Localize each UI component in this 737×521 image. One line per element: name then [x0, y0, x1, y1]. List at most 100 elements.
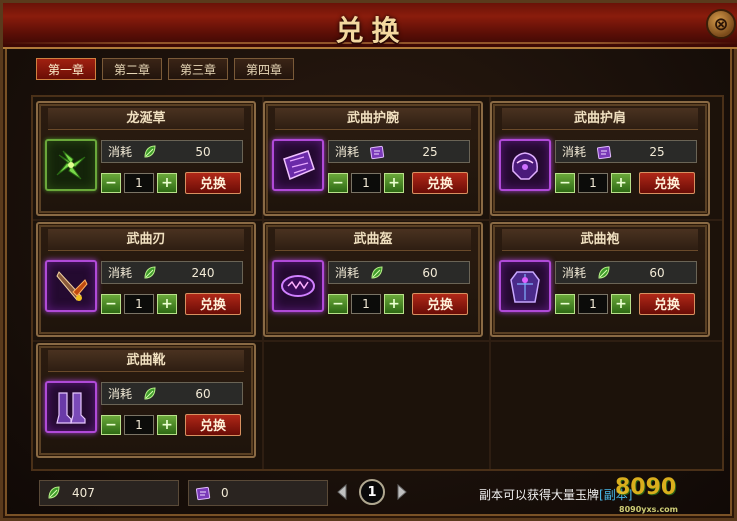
exchange-button[interactable]: 兑换 — [185, 171, 241, 194]
item-card: 龙涎草消耗 50 −1 + 兑换 — [36, 101, 256, 216]
helmet-icon[interactable] — [272, 260, 324, 312]
cost-row: 消耗 240 — [101, 261, 243, 284]
jade-balance-value: 407 — [72, 486, 95, 500]
tab-chapter-2[interactable]: 第二章 — [102, 58, 162, 80]
exchange-button[interactable]: 兑换 — [639, 292, 695, 315]
item-name: 龙涎草 — [48, 108, 244, 130]
chapter-tabs: 第一章 第二章 第三章 第四章 — [36, 58, 294, 80]
quantity-stepper: −1 + 兑换 — [101, 292, 246, 315]
item-name: 武曲靴 — [48, 350, 244, 372]
cost-row: 消耗 60 — [555, 261, 697, 284]
cost-label: 消耗 — [108, 145, 133, 159]
increase-qty-button[interactable]: + — [157, 414, 177, 435]
item-card: 武曲盔消耗 60 −1 + 兑换 — [263, 222, 483, 337]
item-card: 武曲刃消耗 240 −1 + 兑换 — [36, 222, 256, 337]
item-card: 武曲护腕消耗 25 −1 + 兑换 — [263, 101, 483, 216]
jade-leaf-icon — [144, 386, 156, 400]
token-balance: 0 — [188, 480, 328, 506]
cost-label: 消耗 — [335, 145, 360, 159]
jade-leaf-icon — [144, 265, 156, 279]
quantity-stepper: −1 + 兑换 — [101, 413, 246, 436]
purple-token-icon — [369, 145, 385, 159]
decrease-qty-button[interactable]: − — [555, 293, 575, 314]
cost-value: 50 — [195, 144, 211, 159]
tab-chapter-3[interactable]: 第三章 — [168, 58, 228, 80]
quantity-input[interactable]: 1 — [578, 293, 608, 314]
increase-qty-button[interactable]: + — [611, 172, 631, 193]
cost-value: 25 — [649, 144, 665, 159]
quantity-input[interactable]: 1 — [351, 172, 381, 193]
cost-value: 60 — [649, 265, 665, 280]
increase-qty-button[interactable]: + — [611, 293, 631, 314]
hint-text: 副本可以获得大量玉牌[副本] — [479, 488, 633, 502]
increase-qty-button[interactable]: + — [384, 172, 404, 193]
token-balance-value: 0 — [221, 486, 229, 500]
decrease-qty-button[interactable]: − — [101, 414, 121, 435]
increase-qty-button[interactable]: + — [384, 293, 404, 314]
cost-value: 60 — [422, 265, 438, 280]
cost-label: 消耗 — [562, 145, 587, 159]
cost-label: 消耗 — [335, 266, 360, 280]
item-card: 武曲靴消耗 60 −1 + 兑换 — [36, 343, 256, 458]
quantity-stepper: −1 + 兑换 — [101, 171, 246, 194]
tab-chapter-1[interactable]: 第一章 — [36, 58, 96, 80]
quantity-stepper: −1 + 兑换 — [328, 292, 473, 315]
cost-label: 消耗 — [108, 266, 133, 280]
close-button[interactable]: ⊗ — [706, 9, 736, 39]
jade-balance: 407 — [39, 480, 179, 506]
cost-row: 消耗 25 — [555, 140, 697, 163]
robe-icon[interactable] — [499, 260, 551, 312]
jade-leaf-icon — [598, 265, 610, 279]
decrease-qty-button[interactable]: − — [328, 293, 348, 314]
chevron-right-icon — [397, 483, 407, 501]
decrease-qty-button[interactable]: − — [101, 172, 121, 193]
exchange-button[interactable]: 兑换 — [185, 292, 241, 315]
cost-row: 消耗 60 — [328, 261, 470, 284]
item-name: 武曲刃 — [48, 229, 244, 251]
herb-icon[interactable] — [45, 139, 97, 191]
exchange-button[interactable]: 兑换 — [412, 171, 468, 194]
site-watermark-logo: 8090 8090yxs.com — [615, 475, 679, 514]
cost-row: 消耗 50 — [101, 140, 243, 163]
item-name: 武曲盔 — [275, 229, 471, 251]
quantity-stepper: −1 + 兑换 — [328, 171, 473, 194]
prev-page-button[interactable] — [331, 480, 355, 504]
bracer-icon[interactable] — [272, 139, 324, 191]
purple-token-icon — [195, 486, 211, 501]
jade-leaf-icon — [371, 265, 383, 279]
boots-icon[interactable] — [45, 381, 97, 433]
quantity-input[interactable]: 1 — [124, 414, 154, 435]
increase-qty-button[interactable]: + — [157, 172, 177, 193]
exchange-button[interactable]: 兑换 — [412, 292, 468, 315]
item-card: 武曲护肩 消耗 25 −1 + 兑换 — [490, 101, 710, 216]
increase-qty-button[interactable]: + — [157, 293, 177, 314]
window-title: 兑换 — [335, 14, 408, 47]
next-page-button[interactable] — [389, 480, 413, 504]
quantity-stepper: −1 + 兑换 — [555, 292, 700, 315]
jade-leaf-icon — [144, 144, 156, 158]
exchange-button[interactable]: 兑换 — [639, 171, 695, 194]
cost-row: 消耗 25 — [328, 140, 470, 163]
quantity-input[interactable]: 1 — [351, 293, 381, 314]
item-name: 武曲护腕 — [275, 108, 471, 130]
cost-label: 消耗 — [562, 266, 587, 280]
quantity-input[interactable]: 1 — [578, 172, 608, 193]
quantity-input[interactable]: 1 — [124, 293, 154, 314]
cost-value: 60 — [195, 386, 211, 401]
cost-value: 240 — [191, 265, 215, 280]
item-card: 武曲袍消耗 60 −1 + 兑换 — [490, 222, 710, 337]
footer-bar: 407 0 1 副本可以获得大量玉牌[副本] 8090 8090yxs.com — [3, 475, 737, 521]
blade-icon[interactable] — [45, 260, 97, 312]
tab-chapter-4[interactable]: 第四章 — [234, 58, 294, 80]
title-bar: 兑换 ⊗ — [3, 3, 737, 49]
cost-row: 消耗 60 — [101, 382, 243, 405]
quantity-input[interactable]: 1 — [124, 172, 154, 193]
item-name: 武曲袍 — [502, 229, 698, 251]
decrease-qty-button[interactable]: − — [555, 172, 575, 193]
decrease-qty-button[interactable]: − — [101, 293, 121, 314]
exchange-window: 兑换 ⊗ 第一章 第二章 第三章 第四章 龙涎草 消耗 50−1 + 兑换 武曲护腕 消耗 2… — [0, 0, 737, 521]
exchange-button[interactable]: 兑换 — [185, 413, 241, 436]
pauldron-icon[interactable] — [499, 139, 551, 191]
decrease-qty-button[interactable]: − — [328, 172, 348, 193]
jade-leaf-icon — [48, 486, 60, 499]
